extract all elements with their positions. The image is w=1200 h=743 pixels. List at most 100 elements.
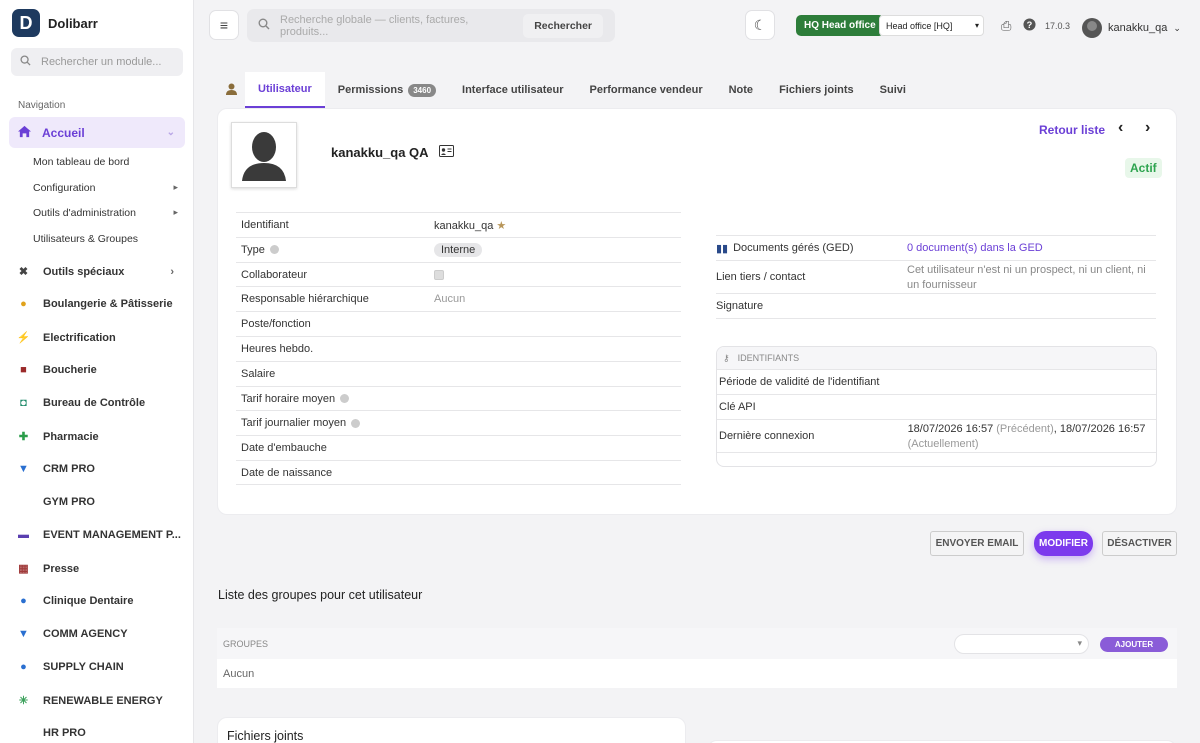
menu-toggle-button[interactable]: ≡ bbox=[209, 10, 239, 40]
tab-label: Interface utilisateur bbox=[462, 84, 564, 96]
tab-interface-utilisateur[interactable]: Interface utilisateur bbox=[449, 72, 576, 108]
sidebar-module[interactable]: ✖ Outils spéciaux › bbox=[16, 265, 186, 279]
tab-fichiers-joints[interactable]: Fichiers joints bbox=[766, 72, 867, 108]
logo-icon: D bbox=[12, 9, 40, 37]
sidebar-module[interactable]: ● Clinique Dentaire bbox=[16, 595, 186, 607]
tab-user-icon[interactable] bbox=[218, 72, 245, 108]
sun-icon: ✳ bbox=[18, 695, 29, 707]
sidebar-module-label: EVENT MANAGEMENT P... bbox=[43, 529, 181, 541]
global-search-input[interactable]: Recherche globale — clients, factures, p… bbox=[247, 9, 615, 42]
shield-check-icon: ◘ bbox=[20, 397, 27, 409]
info-icon[interactable] bbox=[269, 245, 279, 255]
add-group-button[interactable]: AJOUTER bbox=[1100, 637, 1168, 652]
modify-button[interactable]: MODIFIER bbox=[1034, 531, 1093, 556]
count-badge: 3460 bbox=[408, 83, 437, 97]
calendar-icon: ▬ bbox=[18, 529, 29, 541]
tab-suivi[interactable]: Suivi bbox=[867, 72, 919, 108]
sidebar-item-label: Accueil bbox=[42, 125, 85, 140]
vcard-icon[interactable] bbox=[438, 145, 454, 160]
groups-table: GROUPES AJOUTER Aucun bbox=[217, 628, 1177, 688]
tiers-row: Lien tiers / contact Cet utilisateur n'e… bbox=[716, 260, 1156, 293]
back-to-list-link[interactable]: Retour liste bbox=[1039, 123, 1105, 137]
field-label-cell: Tarif horaire moyen bbox=[236, 393, 434, 405]
tab-label: Note bbox=[728, 84, 754, 96]
field-label: Tarif horaire moyen bbox=[241, 392, 336, 405]
login-prev-date: 18/07/2026 16:57 bbox=[907, 423, 994, 435]
sidebar-item-accueil[interactable]: Accueil ⌄ bbox=[9, 117, 185, 148]
field-row: Identifiant kanakku_qa ★ bbox=[236, 212, 681, 237]
chevron-right-icon: › bbox=[170, 265, 174, 278]
user-photo[interactable] bbox=[231, 122, 297, 188]
ged-link[interactable]: 0 document(s) dans la GED bbox=[907, 236, 1156, 260]
next-record-icon[interactable]: › bbox=[1145, 119, 1150, 137]
field-value-cell: kanakku_qa ★ bbox=[434, 219, 506, 232]
field-label: Salaire bbox=[241, 367, 276, 380]
sidebar-module-label: COMM AGENCY bbox=[43, 628, 128, 640]
user-fullname-text: kanakku_qa QA bbox=[331, 145, 429, 160]
printer-icon[interactable]: ⎙ bbox=[1001, 18, 1011, 34]
sidebar-module[interactable]: ▦ Presse bbox=[16, 562, 186, 576]
identifiants-title: IDENTIFIANTS bbox=[737, 353, 800, 363]
sidebar-module-label: RENEWABLE ENERGY bbox=[43, 694, 163, 707]
checkbox bbox=[434, 269, 444, 280]
hq-badge[interactable]: HQ Head office bbox=[796, 15, 884, 36]
app-logo[interactable]: D Dolibarr bbox=[12, 9, 98, 37]
sidebar-subitem[interactable]: Utilisateurs & Groupes bbox=[33, 233, 178, 245]
search-button[interactable]: Rechercher bbox=[523, 13, 603, 38]
tab-performance-vendeur[interactable]: Performance vendeur bbox=[577, 72, 716, 108]
sidebar-subitem[interactable]: Mon tableau de bord bbox=[33, 156, 178, 168]
field-label-cell: Salaire bbox=[236, 368, 434, 380]
files-card: Fichiers joints bbox=[217, 717, 686, 743]
sidebar-module-label: Boulangerie & Pâtisserie bbox=[43, 298, 173, 310]
files-title: Fichiers joints bbox=[227, 729, 304, 743]
login-curr-date: 18/07/2026 16:57 bbox=[1059, 423, 1146, 435]
tab-permissions[interactable]: Permissions 3460 bbox=[325, 72, 449, 108]
field-row: Salaire bbox=[236, 360, 681, 386]
search-icon bbox=[20, 55, 31, 69]
sidebar-subitem-label: Mon tableau de bord bbox=[33, 156, 130, 168]
groups-header: GROUPES AJOUTER bbox=[217, 628, 1177, 659]
sidebar-module[interactable]: ✳ RENEWABLE ENERGY bbox=[16, 694, 186, 708]
sidebar-module-label: GYM PRO bbox=[43, 496, 95, 508]
sidebar-module[interactable]: ▬ EVENT MANAGEMENT P... bbox=[16, 529, 186, 541]
entity-select-value: Head office [HQ] bbox=[886, 20, 953, 31]
sidebar-subitem[interactable]: Configuration ▸ bbox=[33, 182, 178, 194]
sidebar-module[interactable]: ▼ CRM PRO bbox=[16, 463, 186, 475]
help-icon[interactable]: ? bbox=[1023, 18, 1036, 34]
tab-label: Fichiers joints bbox=[779, 84, 854, 96]
search-icon bbox=[258, 18, 270, 33]
field-value-cell: Aucun bbox=[434, 293, 465, 305]
sidebar-module[interactable]: ◘ Bureau de Contrôle bbox=[16, 397, 186, 409]
dark-mode-button[interactable]: ☾ bbox=[745, 10, 775, 40]
field-label: Responsable hiérarchique bbox=[241, 293, 369, 306]
tiers-label: Lien tiers / contact bbox=[716, 271, 806, 283]
sidebar-module[interactable]: ▼ COMM AGENCY bbox=[16, 628, 186, 640]
sidebar-module[interactable]: HR PRO bbox=[16, 727, 186, 739]
chevron-down-icon: ▾ bbox=[974, 21, 979, 30]
info-icon[interactable] bbox=[351, 418, 361, 428]
module-search-input[interactable]: Rechercher un module... bbox=[11, 48, 183, 76]
groups-empty-row: Aucun bbox=[223, 667, 255, 680]
sidebar-module[interactable]: ● Boulangerie & Pâtisserie bbox=[16, 298, 186, 310]
disable-button[interactable]: DÉSACTIVER bbox=[1102, 531, 1177, 556]
sidebar-module[interactable]: ■ Boucherie bbox=[16, 364, 186, 376]
sidebar-module[interactable]: ● SUPPLY CHAIN bbox=[16, 661, 186, 673]
groups-header-label: GROUPES bbox=[223, 638, 269, 649]
sidebar-subitem[interactable]: Outils d'administration ▸ bbox=[33, 207, 178, 219]
sidebar-module[interactable]: ⚡ Electrification bbox=[16, 331, 186, 345]
entity-select[interactable]: Head office [HQ] ▾ bbox=[879, 15, 984, 36]
user-menu[interactable]: kanakku_qa ⌄ bbox=[1082, 18, 1181, 38]
send-email-button[interactable]: ENVOYER EMAIL bbox=[930, 531, 1024, 556]
group-select[interactable] bbox=[954, 634, 1089, 654]
tools-icon: ✖ bbox=[18, 266, 29, 278]
info-icon[interactable] bbox=[340, 394, 350, 404]
sidebar-module[interactable]: GYM PRO bbox=[16, 496, 186, 508]
tooth-icon: ● bbox=[20, 595, 27, 607]
bread-icon: ● bbox=[20, 298, 27, 310]
tab-note[interactable]: Note bbox=[716, 72, 766, 108]
tab-utilisateur[interactable]: Utilisateur bbox=[245, 72, 325, 108]
previous-record-icon[interactable]: ‹ bbox=[1118, 119, 1123, 137]
medical-cross-icon: ✚ bbox=[18, 431, 29, 443]
sidebar-module[interactable]: ✚ Pharmacie bbox=[16, 430, 186, 444]
ged-row: ▮▮ Documents gérés (GED) 0 document(s) da… bbox=[716, 235, 1156, 260]
